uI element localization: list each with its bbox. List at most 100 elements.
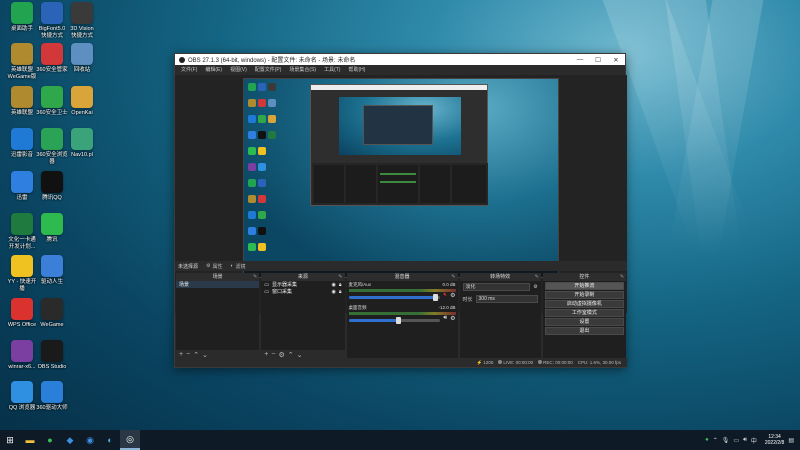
desktop-shortcut[interactable]: 3D Vision 快捷方式 — [62, 2, 102, 39]
live-status: LIVE: 00:00:00 — [498, 360, 533, 365]
nested-dock — [346, 165, 376, 203]
controls-title: 控件 — [579, 274, 590, 280]
filters-button[interactable]: ◐ 滤镜 — [231, 263, 246, 270]
preview-canvas[interactable] — [243, 78, 559, 278]
source-toolbar: 未选择源 ⚙ 属性 ◐ 滤镜 — [175, 261, 627, 271]
desktop-shortcut[interactable]: 腾讯QQ — [32, 171, 72, 202]
minimize-button[interactable]: — — [571, 56, 589, 63]
obs-titlebar[interactable]: OBS 27.1.3 (64-bit, windows) - 配置文件: 未命名… — [175, 54, 625, 65]
settings-button[interactable]: 设置 — [544, 318, 625, 326]
menu-view[interactable]: 视图(V) — [230, 66, 247, 73]
start-button[interactable]: ⊞ — [0, 430, 20, 450]
maximize-button[interactable]: ☐ — [589, 56, 607, 64]
properties-button[interactable]: ⚙ 属性 — [206, 263, 223, 270]
menu-help[interactable]: 帮助(H) — [348, 66, 365, 73]
exit-button[interactable]: 退出 — [544, 327, 625, 335]
speaker-icon[interactable]: 🔊︎ — [443, 315, 447, 322]
remove-source-icon[interactable]: − — [271, 351, 275, 358]
scene-item[interactable]: 场景 — [176, 281, 260, 288]
mute-icon[interactable]: 🔇︎ — [443, 292, 447, 299]
duration-input[interactable]: 300 ms — [475, 295, 538, 303]
dock-options-icon[interactable]: ✎ — [451, 273, 455, 281]
menu-bar: 文件(F) 编辑(E) 视图(V) 配置文件(P) 场景集合(S) 工具(T) … — [175, 65, 625, 74]
remove-scene-icon[interactable]: − — [186, 351, 190, 358]
taskbar: ⊞ ▬ ● ◆ ◉ ◐ ◎ ● ⌃ 🎙︎ ▭ 🔊︎ 中 12:34 2022/2… — [0, 430, 800, 450]
slider-knob[interactable] — [396, 316, 401, 324]
360-browser-taskbar-icon[interactable]: ● — [40, 430, 60, 450]
dock-options-icon[interactable]: ✎ — [338, 273, 342, 281]
monitor-icon: ▭ — [264, 281, 269, 288]
start-recording-button[interactable]: 开始录制 — [544, 291, 625, 299]
sources-title: 来源 — [297, 274, 308, 280]
visibility-eye-icon[interactable]: ◉ — [331, 289, 335, 295]
input-language[interactable]: 中 — [751, 436, 757, 445]
clock[interactable]: 12:34 2022/2/8 — [765, 434, 784, 446]
start-virtual-camera-button[interactable]: 启动虚拟摄像机 — [544, 300, 625, 308]
dock-options-icon[interactable]: ✎ — [253, 273, 257, 281]
visibility-eye-icon[interactable]: ◉ — [331, 282, 335, 288]
driver-life-icon — [41, 255, 63, 277]
nested-titlebar — [311, 85, 487, 90]
desktop-shortcut[interactable]: 回收站 — [62, 43, 102, 74]
channel-settings-icon[interactable]: ⚙ — [450, 292, 455, 299]
file-explorer-icon[interactable]: ▬ — [20, 430, 40, 450]
obs-statusbar: ⚡ 1200 LIVE: 00:00:00 REC: 00:00:00 CPU:… — [175, 358, 627, 367]
transition-type-select[interactable]: 淡化 — [462, 283, 531, 291]
channel-name: 桌面音频 — [348, 305, 367, 310]
lock-icon[interactable]: 🔒︎ — [339, 289, 342, 295]
lock-icon[interactable]: 🔒︎ — [339, 282, 342, 288]
close-button[interactable]: ✕ — [607, 56, 625, 64]
studio-mode-button[interactable]: 工作室模式 — [544, 309, 625, 317]
volume-slider[interactable] — [348, 293, 441, 301]
dock-options-icon[interactable]: ✎ — [535, 273, 539, 281]
desktop-shortcut[interactable]: 360驱动大师 — [32, 381, 72, 412]
show-hidden-icons-icon[interactable]: ⌃ — [713, 437, 718, 444]
tray-360-icon[interactable]: ● — [705, 437, 709, 443]
start-streaming-button[interactable]: 开始推流 — [544, 282, 625, 290]
menu-edit[interactable]: 编辑(E) — [205, 66, 222, 73]
source-item[interactable]: ▭ 显示器采集 ◉ 🔒︎ — [261, 281, 344, 288]
network-icon[interactable]: ▭ — [733, 437, 739, 444]
360-driver-icon — [41, 381, 63, 403]
menu-tools[interactable]: 工具(T) — [324, 66, 340, 73]
desktop-shortcut[interactable]: 腾讯 — [32, 213, 72, 244]
desktop-shortcut[interactable]: OpenKai — [62, 86, 102, 117]
desktop-shortcut[interactable]: WeGame — [32, 298, 72, 329]
volume-icon[interactable]: 🔊︎ — [743, 437, 747, 444]
mixer-dock-header: 混音器 ✎ — [346, 273, 458, 281]
desktop-shortcut-label: 3D Vision 快捷方式 — [70, 26, 94, 39]
dock-options-icon[interactable]: ✎ — [620, 273, 624, 281]
mixer-channel: 麦克风/Aux 0.0 dB 🔇︎ ⚙ — [347, 281, 458, 301]
add-source-icon[interactable]: + — [264, 351, 268, 358]
source-item-label: 显示器采集 — [271, 281, 297, 288]
league-of-legends-icon — [11, 43, 33, 65]
slider-knob[interactable] — [432, 293, 438, 301]
desktop-shortcut[interactable]: Nav10.pl — [62, 128, 102, 159]
slider-row: 🔊︎ ⚙ — [348, 315, 456, 324]
obs-window[interactable]: OBS 27.1.3 (64-bit, windows) - 配置文件: 未命名… — [174, 53, 627, 368]
wps-icon — [11, 298, 33, 320]
obs-taskbar-icon[interactable]: ◎ — [120, 430, 140, 450]
menu-file[interactable]: 文件(F) — [181, 66, 197, 73]
channel-settings-icon[interactable]: ⚙ — [450, 315, 455, 322]
preview-desktop-icon — [268, 131, 276, 139]
qq-browser-taskbar-icon[interactable]: ◉ — [80, 430, 100, 450]
desktop-shortcut-label: 腾讯QQ — [42, 195, 62, 201]
xunlei-taskbar-icon[interactable]: ◆ — [60, 430, 80, 450]
duration-label: 时长 — [462, 296, 473, 303]
menu-scene-collection[interactable]: 场景集合(S) — [289, 66, 316, 73]
add-scene-icon[interactable]: + — [179, 351, 183, 358]
desktop-shortcut-label: 回收站 — [73, 67, 91, 73]
recycle-bin-icon — [71, 43, 93, 65]
volume-slider[interactable] — [348, 316, 441, 324]
microphone-icon[interactable]: 🎙︎ — [722, 437, 730, 444]
preview-desktop-icon — [258, 115, 266, 123]
transition-settings-icon[interactable]: ⚙ — [533, 284, 537, 290]
clock-date: 2022/2/8 — [764, 440, 785, 446]
notifications-icon[interactable]: ▤ — [788, 437, 794, 444]
source-item[interactable]: ▭ 窗口采集 ◉ 🔒︎ — [261, 288, 344, 295]
edge-taskbar-icon[interactable]: ◐ — [100, 430, 120, 450]
desktop-shortcut[interactable]: 驱动人生 — [32, 255, 72, 286]
menu-profile[interactable]: 配置文件(P) — [255, 66, 282, 73]
desktop-shortcut[interactable]: OBS Studio — [32, 340, 72, 371]
